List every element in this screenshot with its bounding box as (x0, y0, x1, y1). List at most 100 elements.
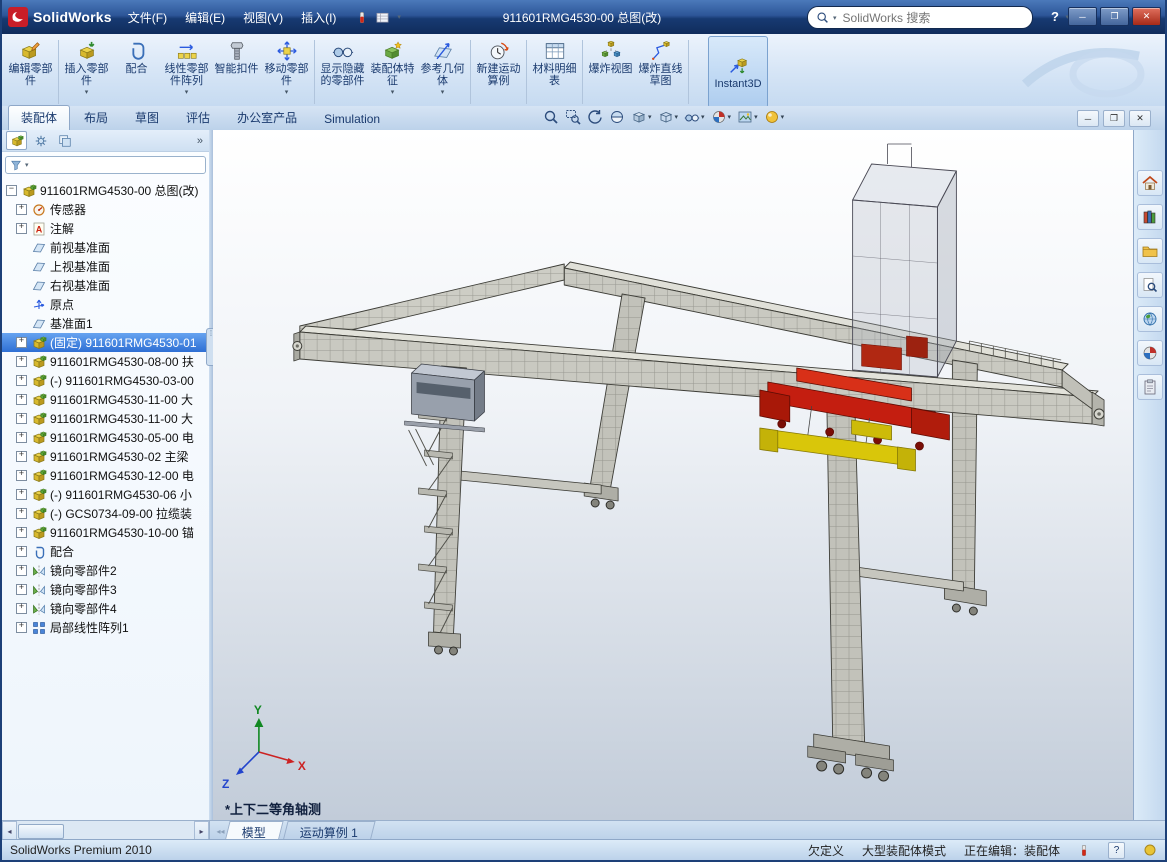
assembly-features-button[interactable]: 装配体特征 ▾ (368, 36, 417, 108)
tree-item-annotations[interactable]: +注解 (2, 219, 209, 238)
display-style-button[interactable]: ▾ (657, 109, 680, 125)
tree-root[interactable]: − 911601RMG4530-00 总图(改) (2, 181, 209, 200)
tree-item-local-pattern[interactable]: +局部线性阵列1 (2, 618, 209, 637)
close-button[interactable]: ✕ (1132, 7, 1161, 26)
gantry-crane-model[interactable]: Y X Z (213, 130, 1137, 820)
tree-item-mirror-component[interactable]: +镜向零部件2 (2, 561, 209, 580)
appearances-scenes-tab[interactable] (1137, 340, 1163, 366)
tree-item-origin[interactable]: 原点 (2, 295, 209, 314)
expand-icon[interactable]: + (16, 451, 27, 462)
instant3d-button[interactable]: Instant3D (708, 36, 768, 108)
tree-item-plane1[interactable]: 基准面1 (2, 314, 209, 333)
solidworks-resources-tab[interactable] (1137, 170, 1163, 196)
expand-icon[interactable]: + (16, 375, 27, 386)
file-explorer-tab[interactable] (1137, 238, 1163, 264)
tree-item-component[interactable]: +911601RMG4530-11-00 大 (2, 390, 209, 409)
search-scope-caret-icon[interactable]: ▾ (833, 14, 837, 22)
tree-item-component[interactable]: +911601RMG4530-10-00 锚 (2, 523, 209, 542)
quick-tip-help-button[interactable]: ? (1108, 842, 1125, 859)
tree-item-component[interactable]: +(-) GCS0734-09-00 拉缆装 (2, 504, 209, 523)
search-tab[interactable] (1137, 272, 1163, 298)
property-manager-tab[interactable] (30, 131, 51, 150)
tree-item-component[interactable]: +911601RMG4530-05-00 电 (2, 428, 209, 447)
show-hidden-components-button[interactable]: 显示隐藏的零部件 (318, 36, 367, 108)
design-library-tab[interactable] (1137, 204, 1163, 230)
tree-item-component[interactable]: +911601RMG4530-02 主梁 (2, 447, 209, 466)
hide-show-items-button[interactable]: ▾ (683, 109, 706, 125)
chevron-down-icon[interactable]: ▾ (397, 13, 401, 21)
tab-evaluate[interactable]: 评估 (173, 105, 223, 130)
smart-fasteners-button[interactable]: 智能扣件 (212, 36, 261, 108)
previous-view-button[interactable] (586, 109, 604, 125)
expand-icon[interactable]: + (16, 508, 27, 519)
maximize-button[interactable]: ❐ (1100, 7, 1129, 26)
tree-item-front-plane[interactable]: 前视基准面 (2, 238, 209, 257)
expand-icon[interactable]: + (16, 546, 27, 557)
search-box[interactable]: ▾ (807, 6, 1033, 29)
expand-icon[interactable]: + (16, 413, 27, 424)
view-settings-button[interactable]: ▾ (763, 109, 786, 125)
new-motion-study-button[interactable]: 新建运动算例 (474, 36, 523, 108)
tab-layout[interactable]: 布局 (71, 105, 121, 130)
view-orientation-button[interactable]: ▾ (630, 109, 653, 125)
tree-item-component[interactable]: +(-) 911601RMG4530-06 小 (2, 485, 209, 504)
configuration-manager-tab[interactable] (54, 131, 75, 150)
linear-component-pattern-button[interactable]: 线性零部件阵列 ▾ (162, 36, 211, 108)
tab-sketch[interactable]: 草图 (122, 105, 172, 130)
expand-icon[interactable]: + (16, 394, 27, 405)
zoom-to-fit-button[interactable] (542, 109, 560, 125)
options-grid-icon[interactable] (375, 11, 390, 24)
menu-edit[interactable]: 编辑(E) (177, 6, 233, 29)
edit-component-button[interactable]: 编辑零部件 (6, 36, 55, 108)
tree-item-right-plane[interactable]: 右视基准面 (2, 276, 209, 295)
panel-overflow-button[interactable]: » (197, 135, 205, 147)
edit-appearance-button[interactable]: ▾ (710, 109, 733, 125)
graphics-viewport[interactable]: Y X Z *上下二等角轴测 (213, 130, 1137, 820)
tree-item-sensors[interactable]: +传感器 (2, 200, 209, 219)
tree-item-component-selected[interactable]: +(固定) 911601RMG4530-01 (2, 333, 209, 352)
tree-item-mates[interactable]: +配合 (2, 542, 209, 561)
explode-line-sketch-button[interactable]: 爆炸直线草图 (636, 36, 685, 108)
tab-assembly[interactable]: 装配体 (8, 105, 70, 130)
feature-manager-tab[interactable] (6, 131, 27, 150)
tree-item-component[interactable]: +(-) 911601RMG4530-03-00 (2, 371, 209, 390)
performance-gauge-icon[interactable] (356, 10, 368, 25)
expand-icon[interactable]: + (16, 489, 27, 500)
exploded-view-button[interactable]: 爆炸视图 (586, 36, 635, 108)
tree-filter-input[interactable]: ▾ (5, 156, 206, 174)
mate-button[interactable]: 配合 (112, 36, 161, 108)
apply-scene-button[interactable]: ▾ (736, 109, 759, 125)
doc-minimize-button[interactable]: ─ (1077, 110, 1099, 127)
minimize-button[interactable]: ─ (1068, 7, 1097, 26)
expand-icon[interactable]: + (16, 527, 27, 538)
menu-file[interactable]: 文件(F) (120, 6, 175, 29)
move-component-button[interactable]: 移动零部件 ▾ (262, 36, 311, 108)
performance-gauge-icon[interactable] (1078, 843, 1090, 858)
view-palette-tab[interactable] (1137, 306, 1163, 332)
zoom-to-area-button[interactable] (564, 109, 582, 125)
tree-item-component[interactable]: +911601RMG4530-08-00 扶 (2, 352, 209, 371)
tab-simulation[interactable]: Simulation (311, 108, 393, 130)
expand-icon[interactable]: + (16, 432, 27, 443)
menu-view[interactable]: 视图(V) (235, 6, 291, 29)
expand-icon[interactable]: + (16, 337, 27, 348)
expand-icon[interactable]: + (16, 565, 27, 576)
doc-close-button[interactable]: ✕ (1129, 110, 1151, 127)
collapse-icon[interactable]: − (6, 185, 17, 196)
expand-icon[interactable]: + (16, 622, 27, 633)
expand-icon[interactable]: + (16, 584, 27, 595)
insert-component-button[interactable]: 插入零部件 ▾ (62, 36, 111, 108)
tree-item-mirror-component[interactable]: +镜向零部件4 (2, 599, 209, 618)
tree-item-top-plane[interactable]: 上视基准面 (2, 257, 209, 276)
menu-insert[interactable]: 插入(I) (293, 6, 344, 29)
expand-icon[interactable]: + (16, 356, 27, 367)
reference-geometry-button[interactable]: 参考几何体 ▾ (418, 36, 467, 108)
tab-office-products[interactable]: 办公室产品 (224, 105, 310, 130)
doc-restore-button[interactable]: ❐ (1103, 110, 1125, 127)
expand-icon[interactable]: + (16, 603, 27, 614)
tree-item-component[interactable]: +911601RMG4530-12-00 电 (2, 466, 209, 485)
scrollbar-thumb[interactable] (18, 824, 64, 839)
expand-icon[interactable]: + (16, 204, 27, 215)
custom-properties-tab[interactable] (1137, 374, 1163, 400)
tree-item-mirror-component[interactable]: +镜向零部件3 (2, 580, 209, 599)
